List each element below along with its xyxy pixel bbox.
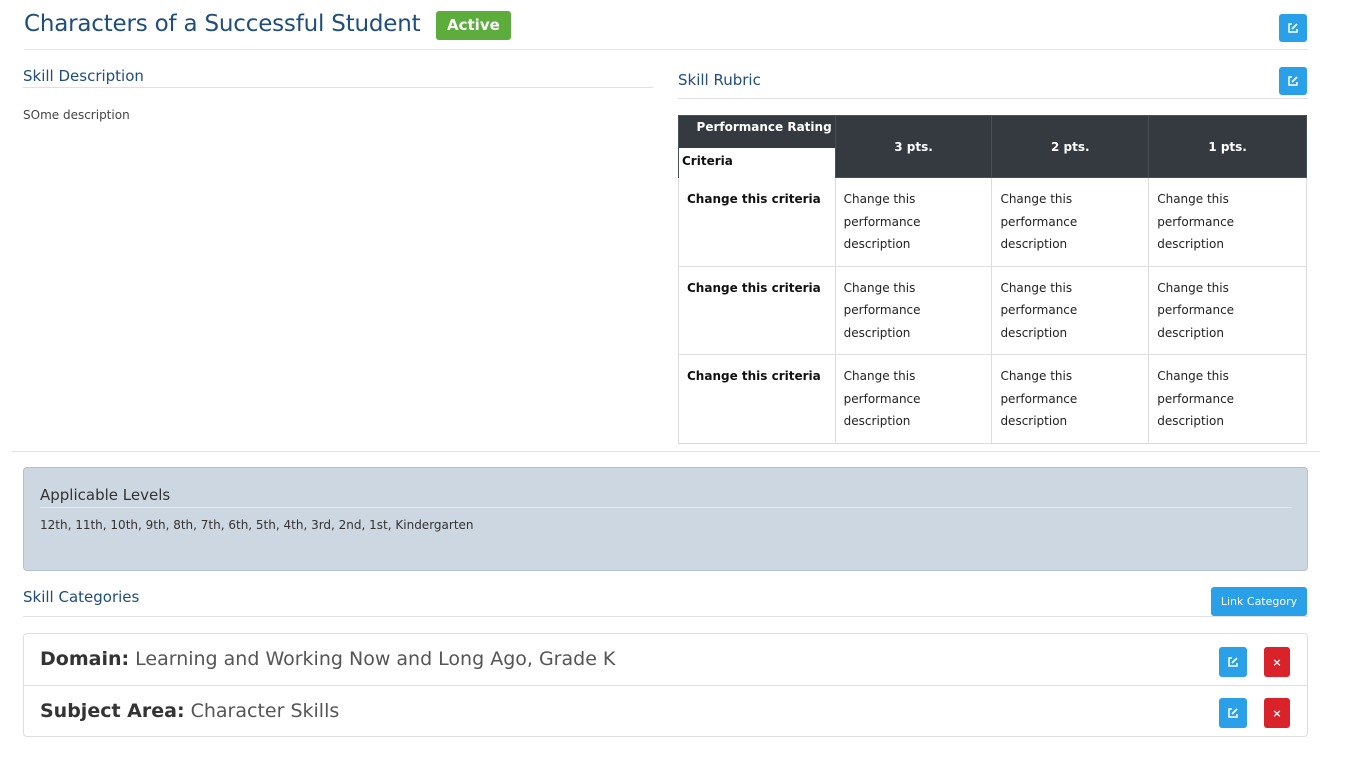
rubric-description-cell: Change this performance description (1148, 177, 1307, 267)
rubric-description-cell: Change this performance description (834, 354, 993, 444)
category-value: Learning and Working Now and Long Ago, G… (129, 648, 616, 670)
edit-icon (1228, 657, 1238, 667)
applicable-levels-panel: Applicable Levels 12th, 11th, 10th, 9th,… (23, 467, 1308, 571)
list-item: Domain: Learning and Working Now and Lon… (24, 634, 1307, 685)
skill-description-heading: Skill Description (23, 67, 144, 85)
rubric-header-row: Performance Rating Criteria 3 pts. 2 pts… (678, 115, 1307, 178)
rubric-row: Change this criteria Change this perform… (678, 177, 1307, 267)
edit-icon (1228, 708, 1238, 718)
rubric-row: Change this criteria Change this perform… (678, 354, 1307, 444)
performance-rating-label: Performance Rating (696, 120, 832, 134)
rubric-description-cell: Change this performance description (1148, 265, 1307, 355)
edit-icon (1288, 76, 1298, 86)
close-icon: × (1272, 655, 1282, 669)
rubric-table: Performance Rating Criteria 3 pts. 2 pts… (678, 115, 1307, 444)
divider (23, 87, 653, 88)
divider (678, 98, 1308, 99)
rubric-criteria-cell: Change this criteria (678, 265, 836, 355)
rubric-criteria-cell: Change this criteria (678, 354, 836, 444)
category-list: Domain: Learning and Working Now and Lon… (23, 633, 1308, 737)
status-badge: Active (436, 11, 511, 40)
edit-skill-button[interactable] (1279, 14, 1307, 42)
rubric-description-cell: Change this performance description (1148, 354, 1307, 444)
rubric-description-cell: Change this performance description (991, 177, 1150, 267)
skill-rubric-heading: Skill Rubric (678, 71, 761, 89)
criteria-label: Criteria (679, 148, 835, 178)
rubric-column-header: 1 pts. (1148, 115, 1307, 178)
category-label: Subject Area: (40, 700, 185, 722)
section-divider (12, 451, 1320, 452)
category-value: Character Skills (184, 700, 340, 722)
list-item: Subject Area: Character Skills × (24, 685, 1307, 736)
rubric-column-header: 2 pts. (991, 115, 1150, 178)
edit-rubric-button[interactable] (1279, 67, 1307, 95)
divider (40, 507, 1292, 508)
delete-category-button[interactable]: × (1264, 647, 1290, 677)
rubric-corner-cell: Performance Rating Criteria (678, 115, 836, 178)
page-title: Characters of a Successful Student (24, 11, 421, 37)
link-category-button[interactable]: Link Category (1211, 587, 1307, 616)
skill-categories-heading: Skill Categories (23, 588, 140, 606)
close-icon: × (1272, 706, 1282, 720)
edit-icon (1288, 23, 1298, 33)
category-label: Domain: (40, 648, 130, 670)
category-text: Domain: Learning and Working Now and Lon… (40, 648, 615, 670)
rubric-column-header: 3 pts. (834, 115, 993, 178)
rubric-row: Change this criteria Change this perform… (678, 265, 1307, 355)
applicable-levels-heading: Applicable Levels (40, 486, 171, 504)
page-header: Characters of a Successful Student Activ… (24, 8, 1308, 50)
rubric-criteria-cell: Change this criteria (678, 177, 836, 267)
edit-category-button[interactable] (1219, 698, 1247, 728)
edit-category-button[interactable] (1219, 647, 1247, 677)
skill-description-text: SOme description (23, 108, 130, 122)
applicable-levels-list: 12th, 11th, 10th, 9th, 8th, 7th, 6th, 5t… (40, 518, 474, 532)
rubric-description-cell: Change this performance description (991, 265, 1150, 355)
rubric-description-cell: Change this performance description (834, 265, 993, 355)
category-text: Subject Area: Character Skills (40, 700, 339, 722)
rubric-description-cell: Change this performance description (834, 177, 993, 267)
rubric-description-cell: Change this performance description (991, 354, 1150, 444)
divider (23, 616, 1308, 617)
delete-category-button[interactable]: × (1264, 698, 1290, 728)
